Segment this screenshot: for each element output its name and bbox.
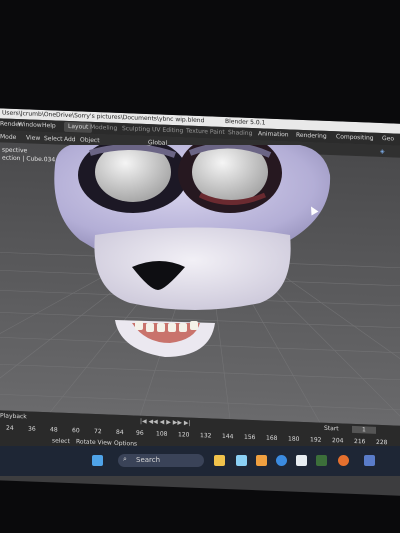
frame-24: 24 bbox=[6, 424, 14, 432]
muzzle bbox=[94, 227, 291, 310]
frame-84: 84 bbox=[116, 428, 124, 437]
app-title: Blender 5.0.1 bbox=[225, 118, 266, 127]
minecraft-icon[interactable] bbox=[316, 455, 327, 466]
mode-menu[interactable]: Mode bbox=[0, 133, 16, 141]
gizmo-icon[interactable]: ◈ bbox=[380, 148, 385, 155]
frame-108: 108 bbox=[156, 430, 168, 438]
search-icon: ⌕ bbox=[123, 455, 127, 463]
tab-geometry[interactable]: Geo bbox=[382, 135, 394, 142]
tab-rendering[interactable]: Rendering bbox=[296, 132, 327, 140]
start-frame-field[interactable]: 1 bbox=[352, 425, 376, 434]
frame-168: 168 bbox=[266, 434, 278, 443]
tab-modeling[interactable]: Modeling bbox=[90, 124, 117, 132]
blender-icon[interactable] bbox=[338, 455, 349, 466]
tray-icon[interactable] bbox=[364, 455, 375, 466]
frame-204: 204 bbox=[332, 437, 344, 445]
windows-taskbar: ⌕ Search bbox=[0, 446, 400, 476]
taskbar-search[interactable]: ⌕ Search bbox=[118, 454, 204, 467]
tab-shading[interactable]: Shading bbox=[228, 129, 252, 137]
playback-controls-icon[interactable]: |◀ ◀◀ ◀ ▶ ▶▶ ▶| bbox=[140, 418, 191, 427]
photo-of-monitor: Users\Jcrumb\OneDrive\Sorry's pictures\D… bbox=[0, 0, 400, 533]
tab-texture-paint[interactable]: Texture Paint bbox=[186, 128, 225, 136]
start-label: Start bbox=[324, 424, 339, 433]
viewport-overlay-view: spective bbox=[2, 146, 28, 155]
menu-window[interactable]: Window bbox=[18, 121, 42, 129]
add-menu[interactable]: Add bbox=[64, 136, 76, 143]
file-explorer-icon[interactable] bbox=[214, 455, 225, 466]
frame-192: 192 bbox=[310, 436, 322, 444]
frame-60: 60 bbox=[72, 427, 80, 435]
frame-156: 156 bbox=[244, 433, 256, 442]
frame-216: 216 bbox=[354, 437, 366, 446]
object-menu[interactable]: Object bbox=[80, 136, 100, 144]
edge-icon[interactable] bbox=[276, 455, 287, 466]
frame-132: 132 bbox=[200, 432, 212, 440]
timeline-playback-menu[interactable]: Playback bbox=[0, 412, 27, 420]
tab-layout[interactable]: Layout bbox=[64, 121, 93, 133]
search-placeholder: Search bbox=[136, 456, 161, 464]
start-icon[interactable] bbox=[92, 455, 103, 466]
frame-144: 144 bbox=[222, 432, 234, 441]
view-menu[interactable]: View bbox=[26, 134, 40, 142]
select-menu[interactable]: Select bbox=[44, 135, 63, 143]
frame-120: 120 bbox=[178, 431, 190, 439]
frame-48: 48 bbox=[50, 426, 58, 434]
tab-uv-editing[interactable]: UV Editing bbox=[152, 126, 183, 134]
tab-sculpting[interactable]: Sculpting bbox=[122, 125, 150, 133]
frame-180: 180 bbox=[288, 435, 300, 443]
tab-animation[interactable]: Animation bbox=[258, 130, 289, 138]
menu-help[interactable]: Help bbox=[42, 122, 56, 130]
frame-72: 72 bbox=[94, 427, 102, 436]
frame-96: 96 bbox=[136, 429, 144, 437]
app-icon[interactable] bbox=[296, 455, 307, 466]
status-select: select bbox=[52, 437, 70, 446]
tab-compositing[interactable]: Compositing bbox=[336, 133, 374, 141]
frame-36: 36 bbox=[28, 425, 36, 433]
animatronic-head-model[interactable] bbox=[50, 145, 340, 360]
folder-icon[interactable] bbox=[256, 455, 267, 466]
store-icon[interactable] bbox=[236, 455, 247, 466]
